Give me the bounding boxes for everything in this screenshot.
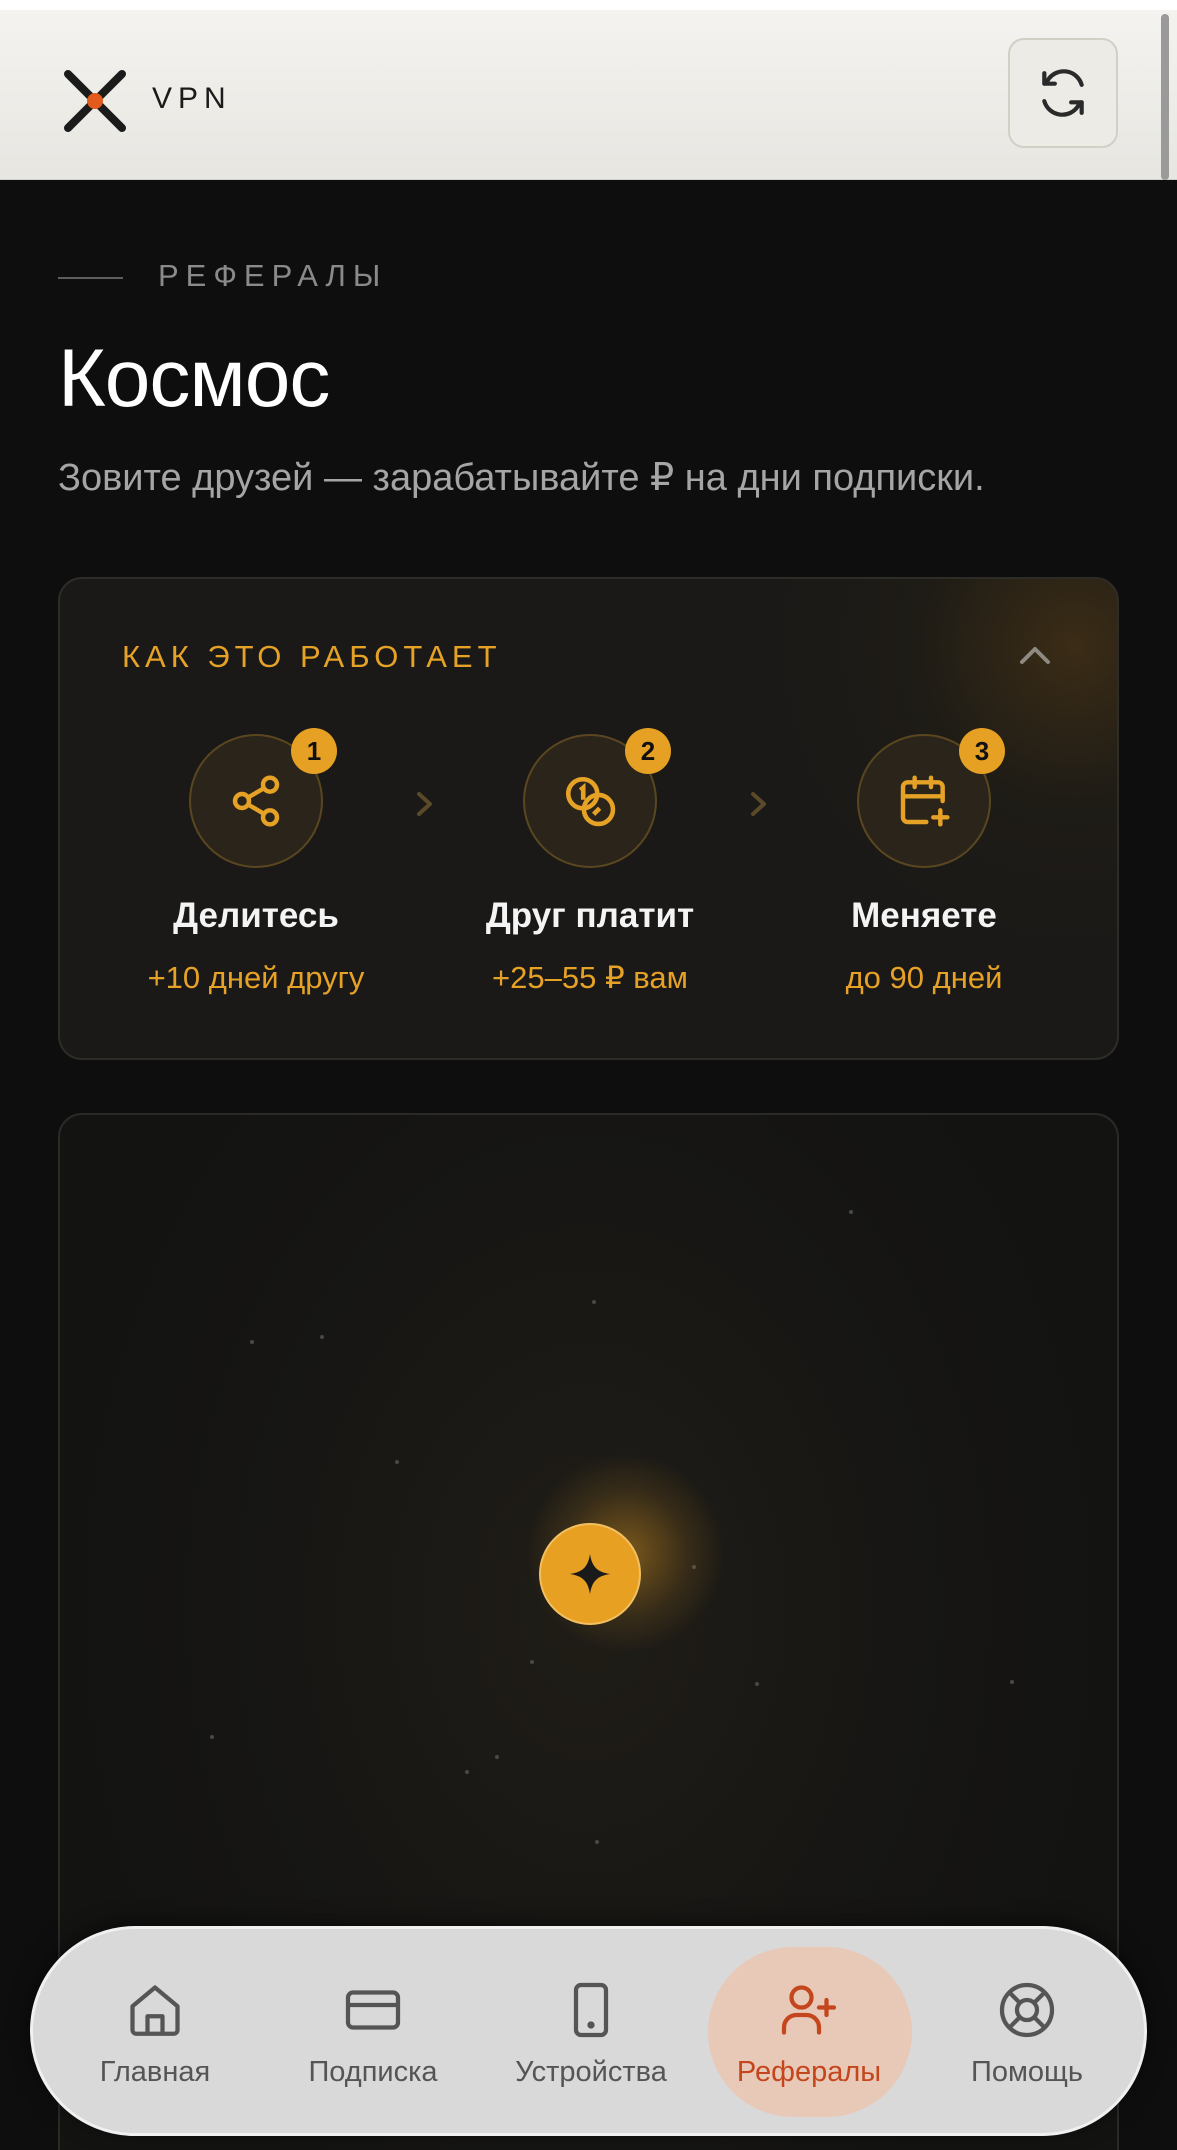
how-it-works-title: КАК ЭТО РАБОТАЕТ [122, 639, 502, 674]
user-plus-icon [781, 1984, 837, 2035]
chevron-right-icon [417, 792, 432, 816]
lifebuoy-icon [999, 1982, 1055, 2037]
step-badge: 1 [291, 728, 337, 774]
sparkle-icon [569, 1553, 611, 1595]
app-header: VPN [0, 10, 1177, 180]
step-subtitle: +25–55 ₽ вам [492, 960, 688, 995]
nav-item-devices[interactable]: Устройства [491, 1929, 691, 2139]
nav-label: Рефералы [736, 2055, 882, 2088]
step-title: Делитесь [173, 896, 339, 935]
star-dot [592, 1300, 596, 1304]
nav-item-subscription[interactable]: Подписка [273, 1929, 473, 2139]
step-subtitle: до 90 дней [845, 960, 1003, 995]
star-dot [320, 1335, 324, 1339]
how-it-works-card: КАК ЭТО РАБОТАЕТ 1 Делитесь +10 дней дру… [58, 577, 1119, 1060]
brand-name: VPN [152, 82, 232, 115]
refresh-icon [1042, 69, 1084, 117]
step-icon-circle: 3 [857, 728, 1005, 868]
home-icon [130, 1984, 180, 2036]
star-dot [755, 1682, 759, 1686]
scrollbar[interactable] [1161, 14, 1169, 180]
nav-item-help[interactable]: Помощь [927, 1929, 1127, 2139]
step-icon-circle: 1 [189, 728, 337, 868]
star-dot [395, 1460, 399, 1464]
nav-label: Подписка [308, 2055, 438, 2088]
nav-item-referrals[interactable]: Рефералы [709, 1929, 909, 2139]
share-icon [232, 775, 280, 827]
star-dot [250, 1340, 254, 1344]
step-badge: 3 [959, 728, 1005, 774]
step-1: 1 Делитесь +10 дней другу [106, 728, 406, 996]
step-title: Меняете [851, 896, 997, 935]
nav-label: Главная [99, 2055, 211, 2088]
star-dot [210, 1735, 214, 1739]
sparkle-button[interactable] [539, 1523, 641, 1625]
nav-item-home[interactable]: Главная [55, 1929, 255, 2139]
step-badge: 2 [625, 728, 671, 774]
chevron-up-icon[interactable] [1010, 634, 1060, 674]
card-icon [345, 1989, 401, 2030]
page-subtitle: Зовите друзей — зарабатывайте ₽ на дни п… [58, 457, 985, 499]
chevron-right-icon [751, 792, 766, 816]
x-logo-icon[interactable] [62, 68, 128, 134]
page-title: Космос [58, 333, 330, 424]
nav-label: Устройства [515, 2055, 667, 2088]
eyebrow-divider [58, 277, 123, 279]
star-dot [1010, 1680, 1014, 1684]
step-icon-circle: 2 [523, 728, 671, 868]
star-dot [595, 1840, 599, 1844]
step-subtitle: +10 дней другу [147, 960, 365, 995]
star-dot [495, 1755, 499, 1759]
section-eyebrow: РЕФЕРАЛЫ [158, 258, 388, 293]
step-2: 2 Друг платит +25–55 ₽ вам [440, 728, 740, 996]
star-dot [849, 1210, 853, 1214]
phone-icon [573, 1982, 609, 2037]
refresh-button[interactable] [1008, 38, 1118, 148]
step-3: 3 Меняете до 90 дней [774, 728, 1074, 996]
status-strip [0, 0, 1177, 10]
coins-icon [565, 776, 616, 827]
nav-label: Помощь [970, 2055, 1083, 2088]
star-dot [465, 1770, 469, 1774]
calendar-plus-icon [900, 775, 950, 827]
star-dot [530, 1660, 534, 1664]
step-title: Друг платит [485, 896, 695, 935]
bottom-nav: Главная Подписка Устройства Рефералы Пом… [30, 1926, 1147, 2136]
